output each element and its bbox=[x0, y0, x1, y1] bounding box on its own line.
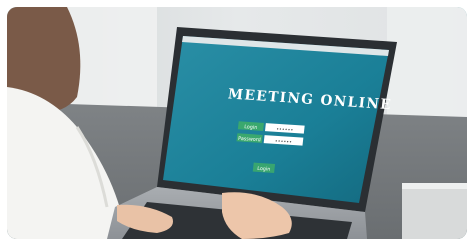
login-input-mask: •••••• bbox=[276, 127, 294, 134]
books-stack bbox=[402, 187, 467, 239]
login-label: Login bbox=[244, 124, 258, 131]
laptop-screen bbox=[163, 36, 389, 203]
stock-photo-frame: MEETING ONLINE Login •••••• Password •••… bbox=[0, 0, 474, 246]
photo-scene: MEETING ONLINE Login •••••• Password •••… bbox=[7, 7, 467, 239]
login-button-label: Login bbox=[257, 166, 271, 173]
book-top bbox=[402, 183, 467, 189]
laptop-meeting-photo: MEETING ONLINE Login •••••• Password •••… bbox=[7, 7, 467, 239]
password-input-mask: •••••• bbox=[274, 139, 292, 146]
